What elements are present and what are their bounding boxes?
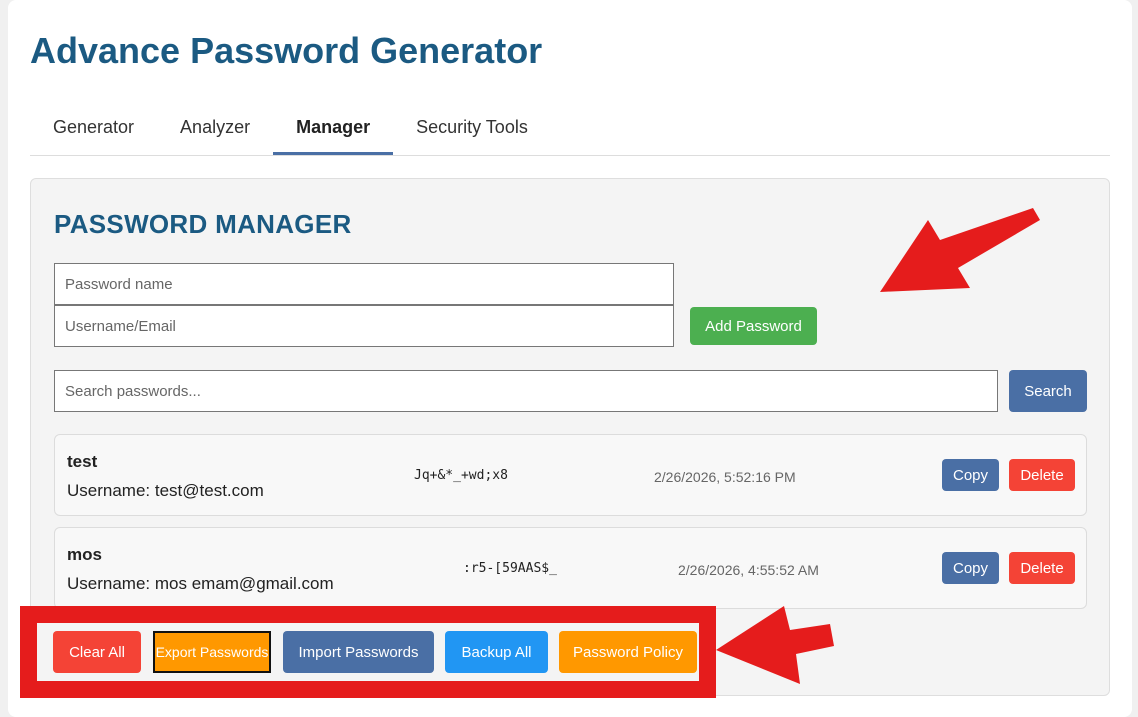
tab-security-tools[interactable]: Security Tools	[393, 100, 551, 155]
entry-username: Username: mos emam@gmail.com	[67, 574, 334, 593]
entry-password: Jq+&*_+wd;x8	[414, 468, 508, 483]
search-button[interactable]: Search	[1009, 370, 1087, 412]
password-name-input[interactable]	[54, 263, 674, 305]
password-entry: test Username: test@test.com Jq+&*_+wd;x…	[54, 434, 1087, 516]
tab-analyzer[interactable]: Analyzer	[157, 100, 273, 155]
password-entry: mos Username: mos emam@gmail.com :r5-[59…	[54, 527, 1087, 609]
copy-button[interactable]: Copy	[942, 552, 999, 584]
entry-date: 2/26/2026, 4:55:52 AM	[678, 562, 819, 578]
annotation-highlight-box	[20, 606, 716, 698]
page-title: Advance Password Generator	[30, 30, 543, 71]
username-email-input[interactable]	[54, 305, 674, 347]
delete-button[interactable]: Delete	[1009, 459, 1075, 491]
tab-manager[interactable]: Manager	[273, 100, 394, 155]
add-password-button[interactable]: Add Password	[690, 307, 817, 345]
delete-button[interactable]: Delete	[1009, 552, 1075, 584]
entry-name: mos	[67, 545, 102, 564]
entry-name: test	[67, 452, 98, 471]
entry-password: :r5-[59AAS$_	[463, 561, 557, 576]
search-input[interactable]	[54, 370, 998, 412]
tab-bar: Generator Analyzer Manager Security Tool…	[30, 100, 1110, 156]
tab-generator[interactable]: Generator	[30, 100, 157, 155]
copy-button[interactable]: Copy	[942, 459, 999, 491]
entry-date: 2/26/2026, 5:52:16 PM	[654, 469, 796, 485]
entry-username: Username: test@test.com	[67, 481, 264, 500]
section-title: PASSWORD MANAGER	[54, 209, 352, 239]
